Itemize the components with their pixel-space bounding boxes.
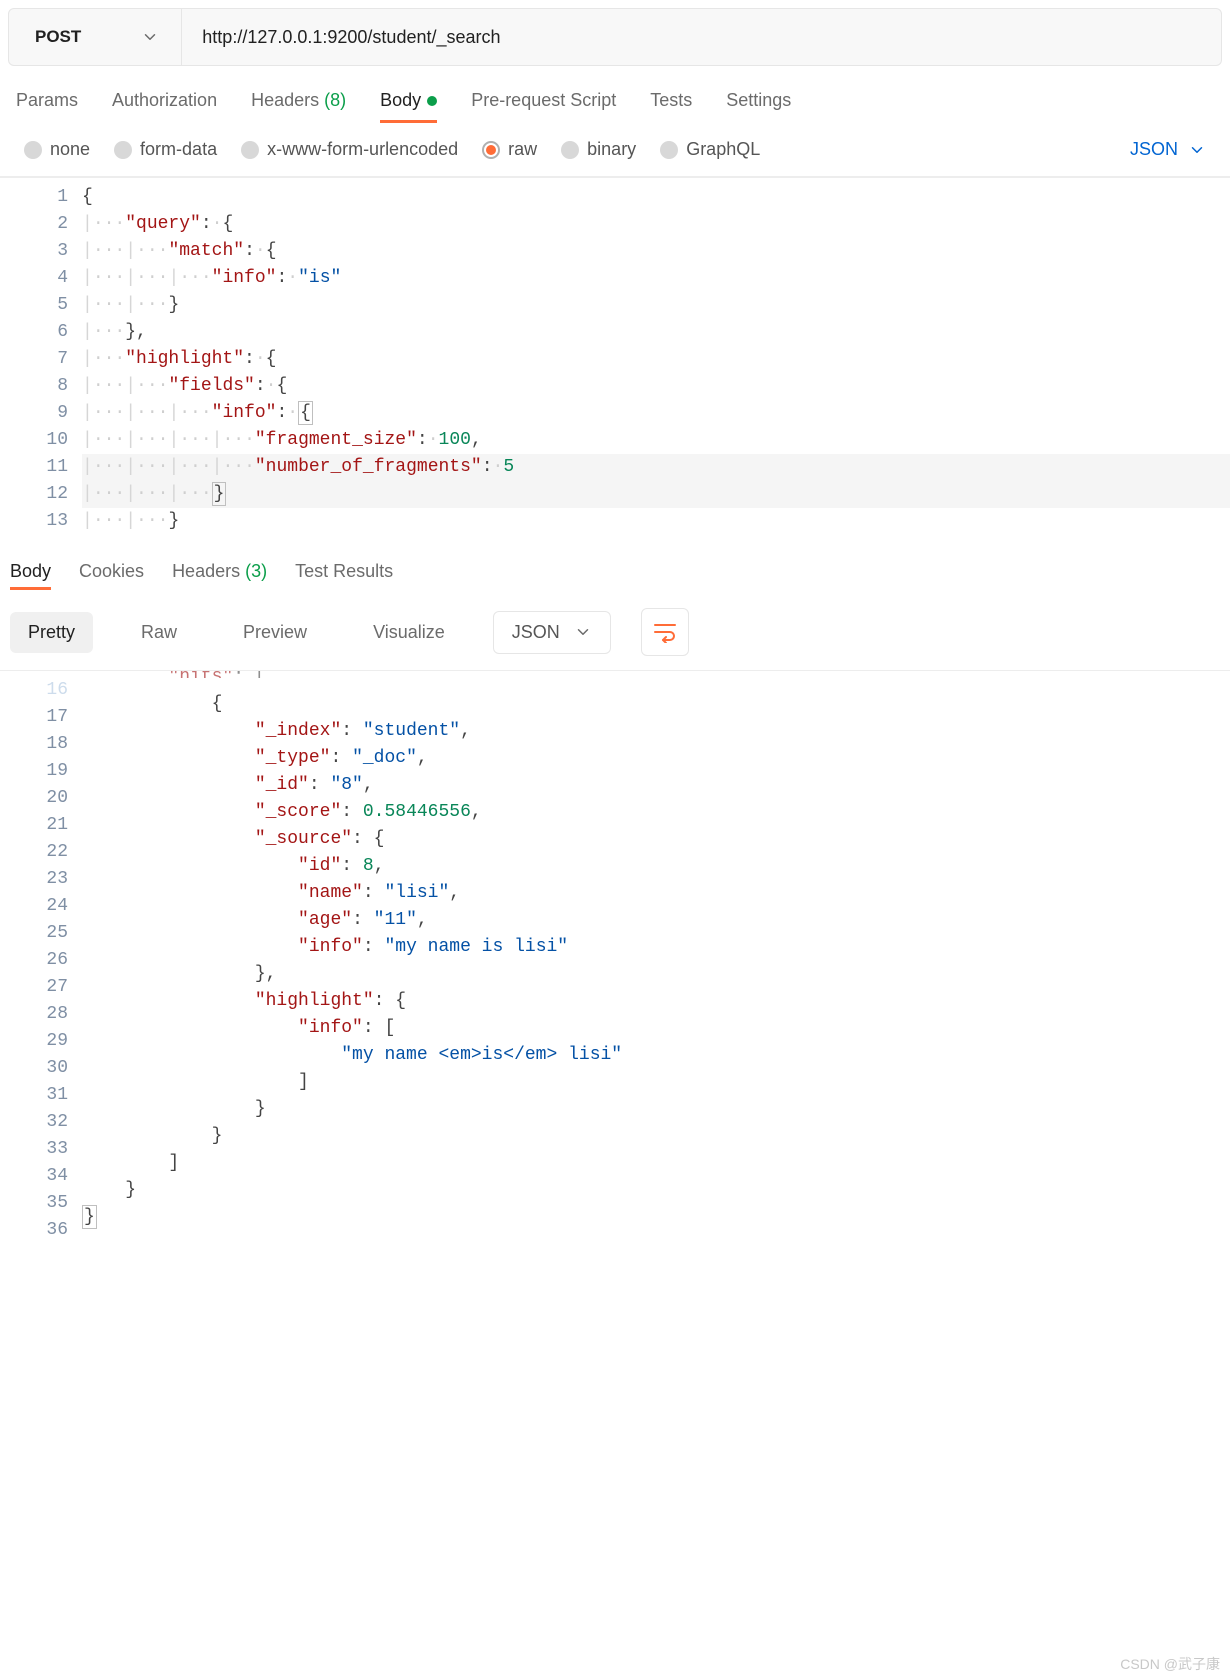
tab-prerequest[interactable]: Pre-request Script [471, 90, 616, 123]
request-url-input[interactable]: http://127.0.0.1:9200/student/_search [182, 9, 1221, 65]
request-tabs: Params Authorization Headers (8) Body Pr… [0, 66, 1230, 123]
request-body-code[interactable]: { |···"query":·{ |···|···"match":·{ |···… [82, 178, 1230, 541]
resp-headers-count: (3) [245, 561, 267, 581]
response-body-editor[interactable]: 1617181920212223242526272829303132333435… [0, 670, 1230, 1250]
view-visualize[interactable]: Visualize [355, 612, 463, 653]
resp-tab-body[interactable]: Body [10, 561, 51, 588]
request-body-editor[interactable]: 12345678910111213 { |···"query":·{ |···|… [0, 177, 1230, 541]
radio-none[interactable]: none [24, 139, 90, 160]
radio-graphql[interactable]: GraphQL [660, 139, 760, 160]
response-tabs: Body Cookies Headers (3) Test Results [0, 541, 1230, 600]
resp-tab-testresults[interactable]: Test Results [295, 561, 393, 588]
http-method-label: POST [35, 27, 81, 47]
view-raw[interactable]: Raw [123, 612, 195, 653]
request-bar: POST http://127.0.0.1:9200/student/_sear… [8, 8, 1222, 66]
wrap-lines-icon [653, 621, 677, 643]
tab-settings[interactable]: Settings [726, 90, 791, 123]
request-url-text: http://127.0.0.1:9200/student/_search [202, 27, 500, 48]
radio-raw[interactable]: raw [482, 139, 537, 160]
watermark: CSDN @武子康 [1120, 1654, 1220, 1674]
response-gutter: 1617181920212223242526272829303132333435… [0, 671, 82, 1250]
body-language-label: JSON [1130, 139, 1178, 160]
chevron-down-icon [1188, 141, 1206, 159]
view-preview[interactable]: Preview [225, 612, 325, 653]
body-modified-indicator-icon [427, 96, 437, 106]
tab-headers[interactable]: Headers (8) [251, 90, 346, 123]
response-language-select[interactable]: JSON [493, 611, 611, 654]
radio-binary[interactable]: binary [561, 139, 636, 160]
wrap-lines-button[interactable] [641, 608, 689, 656]
resp-tab-cookies[interactable]: Cookies [79, 561, 144, 588]
chevron-down-icon [141, 28, 159, 46]
response-body-code[interactable]: "hits": [ { "_index": "student", "_type"… [82, 671, 1230, 1250]
chevron-down-icon [574, 623, 592, 641]
response-toolbar: Pretty Raw Preview Visualize JSON [0, 600, 1230, 670]
request-gutter: 12345678910111213 [0, 178, 82, 541]
tab-params[interactable]: Params [16, 90, 78, 123]
body-language-select[interactable]: JSON [1130, 139, 1206, 160]
tab-body[interactable]: Body [380, 90, 437, 123]
body-type-selector: none form-data x-www-form-urlencoded raw… [0, 123, 1230, 177]
radio-urlencoded[interactable]: x-www-form-urlencoded [241, 139, 458, 160]
tab-tests[interactable]: Tests [650, 90, 692, 123]
radio-form-data[interactable]: form-data [114, 139, 217, 160]
resp-tab-headers[interactable]: Headers (3) [172, 561, 267, 588]
tab-authorization[interactable]: Authorization [112, 90, 217, 123]
view-pretty[interactable]: Pretty [10, 612, 93, 653]
headers-count: (8) [324, 90, 346, 110]
response-language-label: JSON [512, 622, 560, 643]
http-method-select[interactable]: POST [9, 9, 182, 65]
